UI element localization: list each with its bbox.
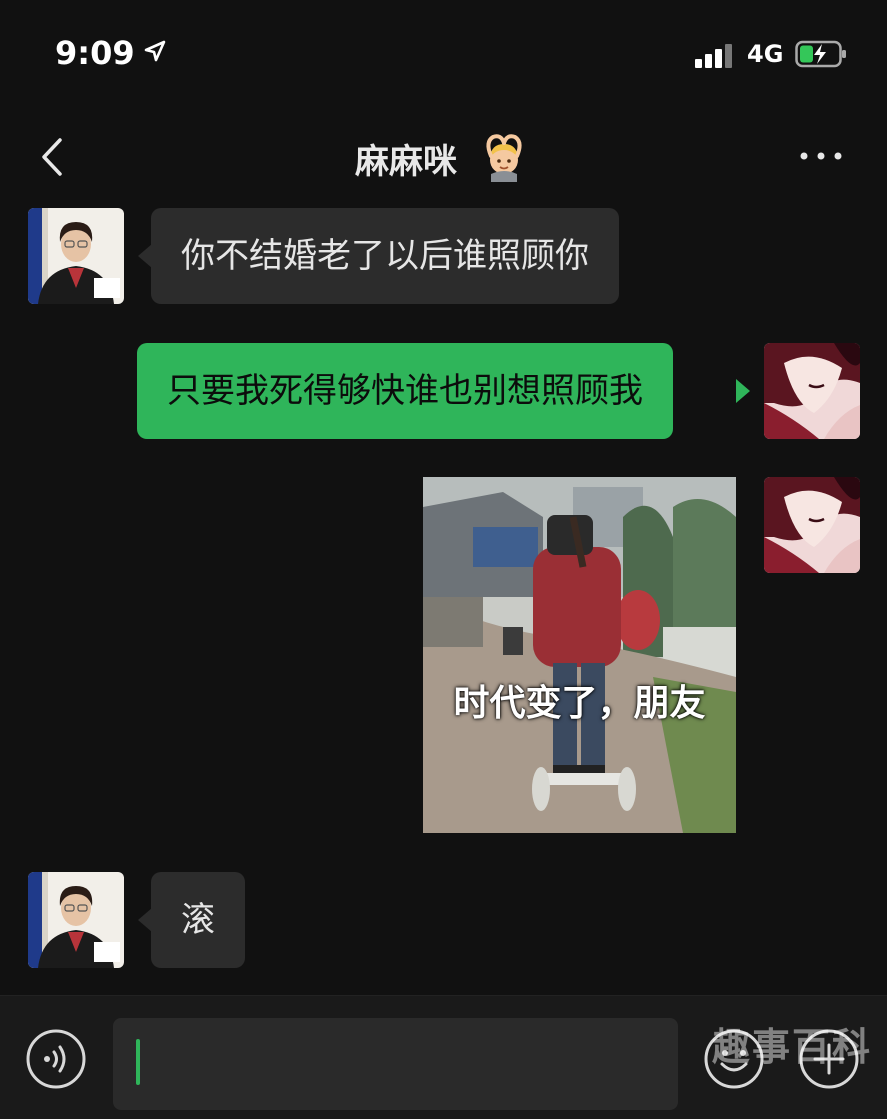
bubble-tail: [138, 244, 152, 268]
message-bubble-incoming[interactable]: 滚: [151, 872, 245, 968]
sticker-image[interactable]: 时代变了，朋友: [423, 477, 736, 833]
cellular-signal-icon: [695, 42, 737, 68]
avatar[interactable]: [28, 872, 124, 968]
chevron-left-icon[interactable]: [34, 134, 68, 180]
avatar[interactable]: [764, 343, 860, 439]
bubble-tail: [138, 908, 152, 932]
battery-charging-icon: [795, 40, 846, 68]
person-gesturing-ok-emoji-icon: [486, 134, 522, 182]
location-arrow-icon: [144, 40, 166, 62]
clock-time: 9:09: [55, 34, 135, 72]
ellipsis-icon[interactable]: [798, 146, 844, 166]
chat-header: 麻麻咪: [0, 110, 887, 206]
status-bar: 9:09 4G: [0, 0, 887, 110]
avatar[interactable]: [28, 208, 124, 304]
message-bubble-outgoing[interactable]: 只要我死得够快谁也别想照顾我: [137, 343, 673, 439]
chat-screen: 9:09 4G 麻麻咪 你不结婚老了以后谁照顾你 只要我死得够快谁也别想照顾我 …: [0, 0, 887, 1119]
input-bar: 趣事百科: [0, 995, 887, 1119]
bubble-tail: [736, 379, 750, 403]
message-bubble-incoming[interactable]: 你不结婚老了以后谁照顾你: [151, 208, 619, 304]
watermark-text: 趣事百科: [712, 1025, 873, 1069]
chat-title: 麻麻咪: [355, 142, 457, 182]
text-cursor: [136, 1039, 140, 1085]
message-input[interactable]: [113, 1018, 678, 1110]
avatar[interactable]: [764, 477, 860, 573]
sticker-caption: 时代变了，朋友: [453, 683, 706, 724]
voice-icon[interactable]: [25, 1028, 87, 1090]
network-type-label: 4G: [747, 40, 784, 68]
